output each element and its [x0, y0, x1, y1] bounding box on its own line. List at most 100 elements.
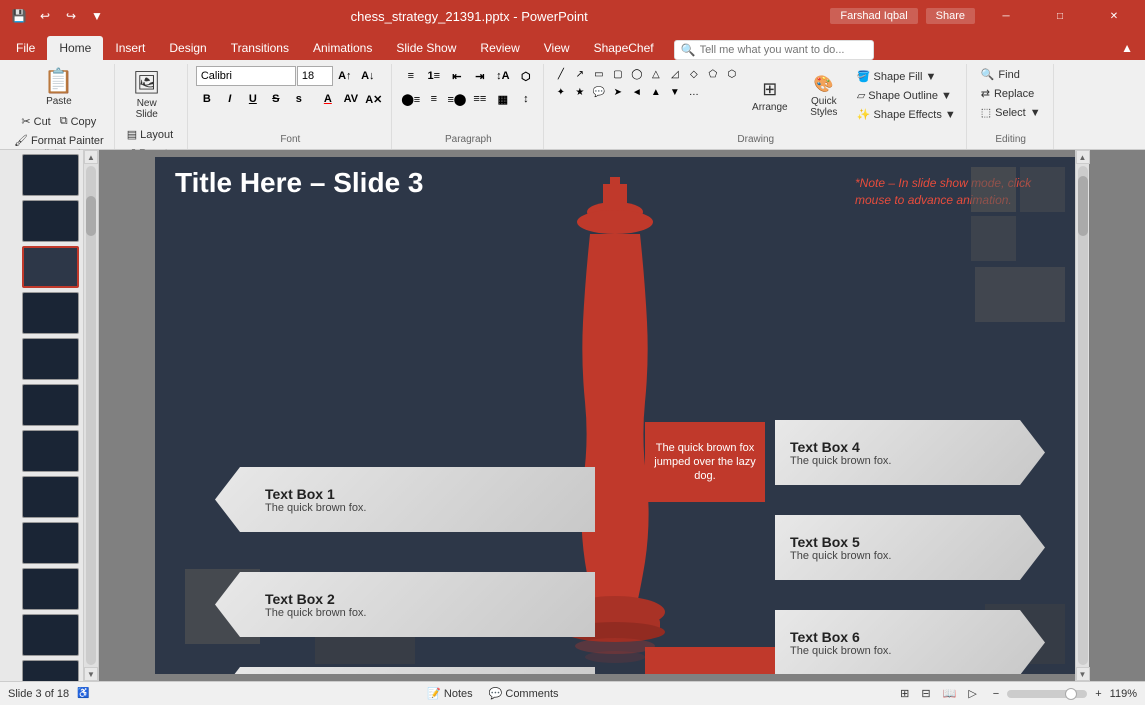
font-clear-button[interactable]: A✕ [363, 89, 385, 109]
shadow-button[interactable]: s [288, 89, 310, 109]
copy-button[interactable]: ⧉ Copy [56, 113, 101, 130]
convert-to-smartart-button[interactable]: ⬡ [515, 66, 537, 86]
shape-rt-tri[interactable]: ◿ [666, 66, 684, 82]
format-painter-button[interactable]: 🖌 Format Painter [10, 132, 108, 149]
decrease-indent-button[interactable]: ⇤ [446, 66, 468, 86]
line-spacing-button[interactable]: ↕ [515, 89, 537, 109]
italic-button[interactable]: I [219, 89, 241, 109]
slide-thumb-9[interactable] [22, 522, 79, 564]
save-button[interactable]: 💾 [8, 5, 30, 27]
tab-review[interactable]: Review [468, 36, 531, 60]
char-spacing-button[interactable]: AV [340, 89, 362, 109]
reading-view-button[interactable]: 📖 [939, 686, 961, 701]
align-center-button[interactable]: ≡ [423, 89, 445, 109]
zoom-out-button[interactable]: − [989, 687, 1003, 701]
scroll-up-arrow[interactable]: ▲ [84, 150, 98, 164]
shape-line[interactable]: ╱ [552, 66, 570, 82]
zoom-in-button[interactable]: + [1091, 687, 1105, 701]
shape-tri[interactable]: △ [647, 66, 665, 82]
slide-panel-scrollbar[interactable]: ▲ ▼ [84, 150, 98, 681]
select-dropdown-icon[interactable]: ▼ [1030, 107, 1041, 119]
normal-view-button[interactable]: ⊞ [896, 686, 913, 701]
undo-button[interactable]: ↩ [34, 5, 56, 27]
slide-thumb-4[interactable] [22, 292, 79, 334]
tab-shapechef[interactable]: ShapeChef [582, 36, 666, 60]
tab-view[interactable]: View [532, 36, 582, 60]
slide-thumb-3[interactable] [22, 246, 79, 288]
shape-fill-button[interactable]: 🪣 Shape Fill ▼ [853, 68, 960, 85]
tab-file[interactable]: File [4, 36, 47, 60]
search-input[interactable] [700, 44, 860, 56]
justify-button[interactable]: ≡≡ [469, 89, 491, 109]
slideshow-button[interactable]: ▷ [964, 686, 980, 701]
shape-outline-button[interactable]: ▱ Shape Outline ▼ [853, 87, 960, 104]
share-button[interactable]: Share [926, 8, 975, 24]
shape-fill-dropdown-icon[interactable]: ▼ [925, 71, 936, 83]
shape-effects-dropdown-icon[interactable]: ▼ [945, 109, 956, 121]
tab-design[interactable]: Design [157, 36, 218, 60]
slide-thumb-7[interactable] [22, 430, 79, 472]
shape-arrow-u[interactable]: ▲ [647, 84, 665, 100]
columns-button[interactable]: ▦ [492, 89, 514, 109]
decrease-font-button[interactable]: A↓ [357, 66, 379, 86]
shape-outline-dropdown-icon[interactable]: ▼ [941, 90, 952, 102]
canvas-scrollbar[interactable]: ▲ ▼ [1075, 150, 1089, 681]
shape-effects-button[interactable]: ✨ Shape Effects ▼ [853, 106, 960, 123]
text-direction-button[interactable]: ↕A [492, 66, 514, 86]
quick-styles-button[interactable]: 🎨 Quick Styles [799, 68, 849, 123]
comments-button[interactable]: 💬 Comments [485, 686, 563, 701]
strikethrough-button[interactable]: S [265, 89, 287, 109]
select-button[interactable]: ⬚ Select ▼ [975, 104, 1047, 121]
maximize-button[interactable]: □ [1037, 0, 1083, 32]
tab-animations[interactable]: Animations [301, 36, 384, 60]
shape-callout[interactable]: 💬 [590, 84, 608, 100]
shape-rect[interactable]: ▭ [590, 66, 608, 82]
slide-thumb-12[interactable] [22, 660, 79, 681]
shape-rounded[interactable]: ▢ [609, 66, 627, 82]
shape-pent[interactable]: ⬠ [704, 66, 722, 82]
shape-more[interactable]: … [685, 84, 703, 100]
scroll-down-arrow[interactable]: ▼ [84, 667, 98, 681]
text-box-5-arrow[interactable]: Text Box 5 The quick brown fox. [775, 515, 1045, 580]
tab-transitions[interactable]: Transitions [219, 36, 301, 60]
font-color-button[interactable]: A [317, 89, 339, 109]
numbering-button[interactable]: 1≡ [423, 66, 445, 86]
redo-button[interactable]: ↪ [60, 5, 82, 27]
layout-button[interactable]: ▤ Layout [123, 126, 181, 143]
canvas-scroll-thumb[interactable] [1078, 176, 1088, 236]
arrange-button[interactable]: ⊞ Arrange [745, 68, 795, 123]
slide-sorter-button[interactable]: ⊟ [917, 686, 934, 701]
font-size-input[interactable] [297, 66, 333, 86]
shape-arrow-r[interactable]: ➤ [609, 84, 627, 100]
increase-indent-button[interactable]: ⇥ [469, 66, 491, 86]
cut-button[interactable]: ✂ Cut [17, 113, 54, 130]
notes-button[interactable]: 📝 Notes [423, 686, 476, 701]
shape-diamond[interactable]: ◇ [685, 66, 703, 82]
replace-button[interactable]: ⇄ Replace [975, 85, 1047, 102]
canvas-scroll-up[interactable]: ▲ [1076, 150, 1090, 164]
text-box-6-arrow[interactable]: Text Box 6 The quick brown fox. [775, 610, 1045, 674]
close-button[interactable]: ✕ [1091, 0, 1137, 32]
zoom-slider-thumb[interactable] [1065, 688, 1077, 700]
bold-button[interactable]: B [196, 89, 218, 109]
align-left-button[interactable]: ⬤≡ [400, 89, 422, 109]
canvas-scroll-down[interactable]: ▼ [1076, 667, 1090, 681]
font-name-input[interactable] [196, 66, 296, 86]
slide-thumb-5[interactable] [22, 338, 79, 380]
shape-hex[interactable]: ⬡ [723, 66, 741, 82]
text-box-2-arrow[interactable]: Text Box 2 The quick brown fox. [215, 572, 595, 637]
user-account[interactable]: Farshad Iqbal [830, 8, 917, 24]
shape-star5[interactable]: ★ [571, 84, 589, 100]
tab-insert[interactable]: Insert [103, 36, 157, 60]
scroll-thumb[interactable] [86, 196, 96, 236]
slide-thumb-10[interactable] [22, 568, 79, 610]
slide-thumb-6[interactable] [22, 384, 79, 426]
shape-oval[interactable]: ◯ [628, 66, 646, 82]
minimize-button[interactable]: ─ [983, 0, 1029, 32]
bullets-button[interactable]: ≡ [400, 66, 422, 86]
shape-arrow[interactable]: ↗ [571, 66, 589, 82]
shape-arrow-l[interactable]: ◄ [628, 84, 646, 100]
tab-home[interactable]: Home [47, 36, 103, 60]
align-right-button[interactable]: ≡⬤ [446, 89, 468, 109]
increase-font-button[interactable]: A↑ [334, 66, 356, 86]
